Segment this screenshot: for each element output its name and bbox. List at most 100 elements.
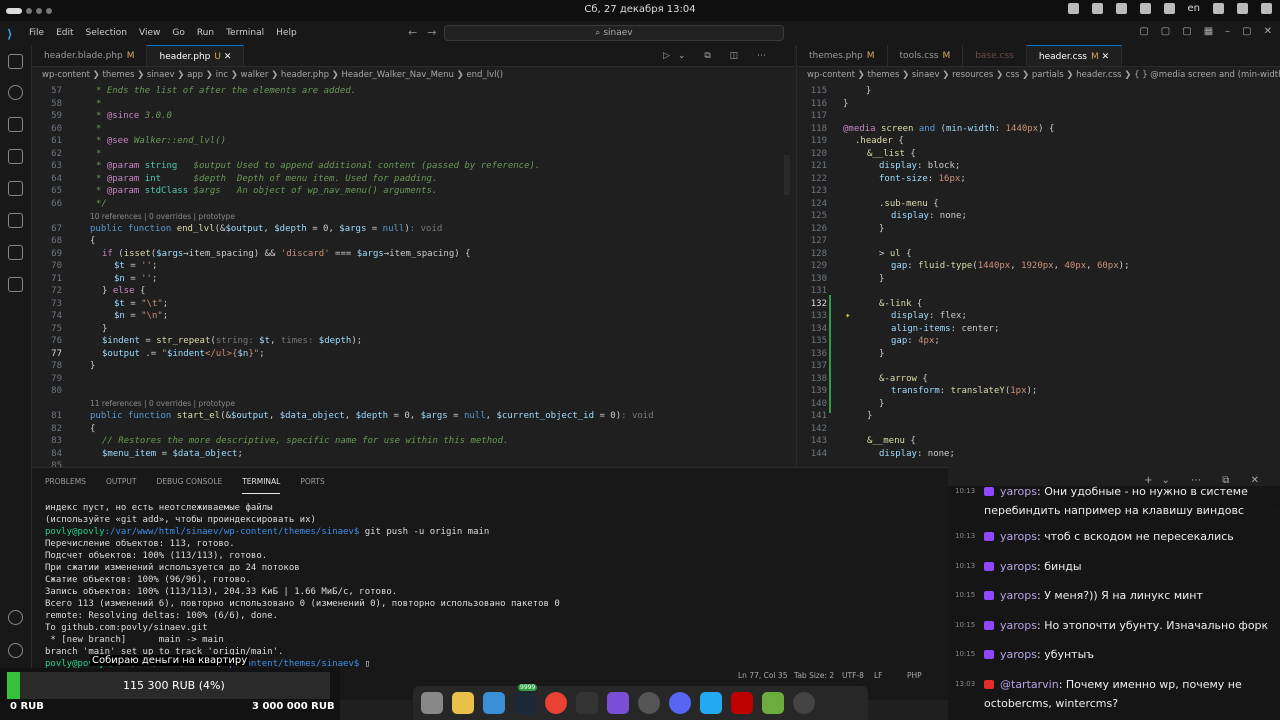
close-icon[interactable]: ✕ bbox=[224, 52, 232, 62]
language-mode[interactable]: PHP bbox=[907, 671, 922, 680]
files-icon[interactable] bbox=[421, 692, 443, 714]
forward-arrow-icon[interactable]: → bbox=[427, 26, 436, 39]
youtube-icon bbox=[984, 680, 994, 689]
tab-base-css[interactable]: base.css bbox=[963, 45, 1027, 66]
filezilla-icon[interactable] bbox=[731, 692, 753, 714]
app-icon[interactable] bbox=[638, 692, 660, 714]
app-icon[interactable] bbox=[793, 692, 815, 714]
tab-debug-console[interactable]: DEBUG CONSOLE bbox=[157, 477, 223, 494]
line-number: 118 bbox=[810, 123, 827, 134]
tab-header-blade-php[interactable]: header.blade.php M bbox=[32, 45, 148, 66]
obsidian-icon[interactable] bbox=[607, 692, 629, 714]
minimap-slider[interactable] bbox=[784, 155, 790, 195]
tab-tools-css[interactable]: tools.css M bbox=[888, 45, 964, 66]
line-number: 127 bbox=[810, 236, 827, 246]
run-debug-icon[interactable] bbox=[8, 149, 23, 164]
extensions-icon[interactable] bbox=[8, 181, 23, 196]
line-number: 71 bbox=[51, 274, 62, 284]
line-number: 143 bbox=[810, 436, 827, 446]
layout-icon[interactable]: ▢ bbox=[1139, 26, 1148, 37]
minimize-icon[interactable]: – bbox=[1225, 26, 1230, 37]
app-icon[interactable] bbox=[483, 692, 505, 714]
language-indicator[interactable]: en bbox=[1188, 3, 1201, 14]
codelens[interactable]: 11 references | 0 overrides | prototype bbox=[90, 399, 235, 408]
command-center-search[interactable]: ⌕ sinaev bbox=[444, 25, 784, 41]
breadcrumb[interactable]: wp-content ❯ themes ❯ sinaev ❯ resources… bbox=[797, 67, 1280, 84]
tab-problems[interactable]: PROBLEMS bbox=[45, 477, 86, 494]
search-icon[interactable] bbox=[8, 85, 23, 100]
line-number: 82 bbox=[51, 424, 62, 434]
layout-icon[interactable]: ▢ bbox=[1161, 26, 1170, 37]
power-icon[interactable] bbox=[1261, 3, 1272, 14]
twitch-icon bbox=[984, 591, 994, 600]
layout-icon[interactable]: ▢ bbox=[1182, 26, 1191, 37]
back-arrow-icon[interactable]: ← bbox=[408, 26, 417, 39]
maximize-icon[interactable]: ▢ bbox=[1242, 26, 1251, 37]
menu-selection[interactable]: Selection bbox=[86, 28, 127, 38]
app-icon[interactable] bbox=[452, 692, 474, 714]
menu-help[interactable]: Help bbox=[276, 28, 297, 38]
menu-view[interactable]: View bbox=[139, 28, 160, 38]
line-number: 58 bbox=[51, 99, 62, 109]
telegram-icon[interactable] bbox=[1091, 3, 1103, 14]
menu-bar: File Edit Selection View Go Run Terminal… bbox=[29, 28, 297, 38]
menu-run[interactable]: Run bbox=[197, 28, 214, 38]
testing-icon[interactable] bbox=[8, 213, 23, 228]
menu-go[interactable]: Go bbox=[172, 28, 184, 38]
account-icon[interactable] bbox=[8, 610, 23, 625]
code-area-right[interactable]: 115 116 117 118 119 120 121 122 123 124 125 126 127 1… bbox=[797, 84, 1280, 464]
codelens[interactable]: 10 references | 0 overrides | prototype bbox=[90, 212, 235, 221]
layout-icon[interactable]: ▦ bbox=[1204, 26, 1213, 37]
tab-header-php[interactable]: header.php U ✕ bbox=[147, 45, 245, 66]
explorer-icon[interactable] bbox=[8, 54, 23, 69]
line-number: 74 bbox=[51, 311, 62, 321]
terminal-output[interactable]: индекс пуст, но есть неотслеживаемые фай… bbox=[45, 502, 945, 670]
tab-header-css[interactable]: header.css M ✕ bbox=[1026, 45, 1123, 66]
code-area-left[interactable]: 57 58 59 60 61 62 63 64 65 66 67 68 69 70 71 72 73 74 75 76… bbox=[32, 84, 794, 471]
remote-icon[interactable] bbox=[8, 245, 23, 260]
activity-bar bbox=[0, 45, 32, 700]
line-number: 83 bbox=[51, 436, 62, 446]
source-control-icon[interactable] bbox=[8, 117, 23, 132]
twitch-icon bbox=[984, 487, 994, 496]
donation-goal: 3 000 000 RUB bbox=[252, 701, 335, 712]
cursor-position[interactable]: Ln 77, Col 35 bbox=[738, 671, 787, 680]
volume-icon[interactable] bbox=[1237, 3, 1248, 14]
tab-output[interactable]: OUTPUT bbox=[106, 477, 137, 494]
editor-group-right: themes.php M tools.css M base.css header.c… bbox=[796, 45, 1280, 467]
app-icon[interactable] bbox=[1163, 3, 1175, 14]
breadcrumb[interactable]: wp-content ❯ themes ❯ sinaev ❯ app ❯ inc… bbox=[32, 67, 794, 84]
menu-terminal[interactable]: Terminal bbox=[226, 28, 264, 38]
taskbar-dock: 9999 bbox=[413, 684, 868, 720]
steam-icon[interactable]: 9999 bbox=[514, 684, 538, 714]
tab-terminal[interactable]: TERMINAL bbox=[242, 477, 281, 494]
settings-gear-icon[interactable] bbox=[8, 643, 23, 658]
close-icon[interactable]: ✕ bbox=[1264, 26, 1272, 37]
microphone-icon[interactable] bbox=[1213, 3, 1224, 14]
menu-edit[interactable]: Edit bbox=[56, 28, 73, 38]
line-number: 144 bbox=[810, 448, 827, 459]
close-icon[interactable]: ✕ bbox=[1102, 52, 1110, 62]
tab-ports[interactable]: PORTS bbox=[300, 477, 324, 494]
lightbulb-icon[interactable]: ✦ bbox=[845, 311, 850, 321]
tab-size[interactable]: Tab Size: 2 bbox=[794, 671, 834, 680]
encoding[interactable]: UTF-8 bbox=[842, 671, 864, 680]
menu-file[interactable]: File bbox=[29, 28, 44, 38]
chrome-icon[interactable] bbox=[545, 692, 567, 714]
line-number: 123 bbox=[810, 186, 827, 196]
line-number: 116 bbox=[810, 98, 827, 109]
editor-actions[interactable]: ▷⌄ ⧉ ◫ ⋯ bbox=[663, 45, 794, 66]
equalizer-icon[interactable] bbox=[1139, 3, 1151, 14]
line-number: 126 bbox=[810, 223, 827, 234]
app-icon[interactable] bbox=[762, 692, 784, 714]
telegram-icon[interactable] bbox=[1115, 3, 1127, 14]
line-number: 121 bbox=[810, 161, 827, 171]
discord-icon[interactable] bbox=[669, 692, 691, 714]
line-ending[interactable]: LF bbox=[874, 671, 883, 680]
tab-themes-php[interactable]: themes.php M bbox=[797, 45, 888, 66]
vscode-icon[interactable] bbox=[700, 692, 722, 714]
app-icon[interactable] bbox=[1067, 3, 1079, 14]
terminal-icon[interactable] bbox=[576, 692, 598, 714]
docker-icon[interactable] bbox=[8, 277, 23, 292]
vscode-logo-icon: ⟩ bbox=[7, 27, 13, 41]
